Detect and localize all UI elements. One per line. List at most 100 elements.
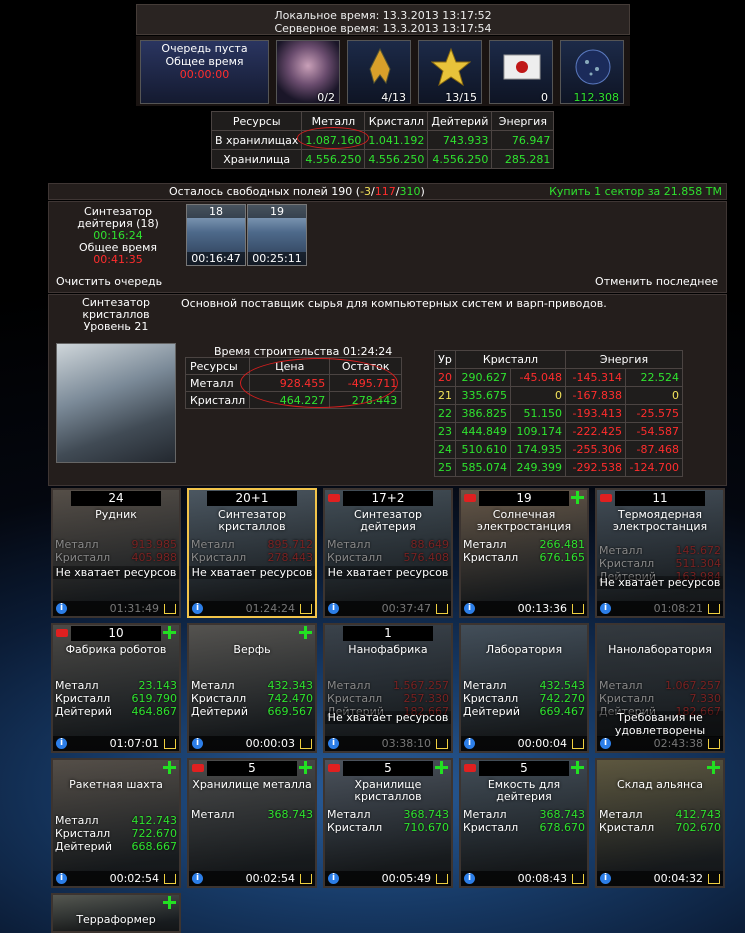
lv-crystal: 290.627 xyxy=(455,368,511,387)
building-tile[interactable]: 5 Хранилище металла Металл 368.743 i 00:02:54 xyxy=(187,758,317,888)
building-tile[interactable]: Верфь Металл 432.343 Кристалл 742.470 Дейтери… xyxy=(187,623,317,753)
cost-row: Металл 368.743 xyxy=(191,808,313,821)
info-icon[interactable]: i xyxy=(328,873,339,884)
info-icon[interactable]: i xyxy=(192,738,203,749)
info-icon[interactable]: i xyxy=(464,738,475,749)
cost-value: 7.330 xyxy=(689,692,722,705)
minus-icon[interactable] xyxy=(56,629,68,637)
plus-icon[interactable] xyxy=(571,761,584,774)
planet-button[interactable]: 112.308 xyxy=(560,40,624,104)
officers-button[interactable]: 13/15 xyxy=(418,40,482,104)
cart-icon[interactable] xyxy=(164,739,176,749)
building-tile[interactable]: Ракетная шахта Металл 412.743 Кристалл 722.6… xyxy=(51,758,181,888)
cart-icon[interactable] xyxy=(164,604,176,614)
info-icon[interactable]: i xyxy=(56,603,67,614)
building-description: Основной поставщик сырья для компьютерны… xyxy=(181,297,607,310)
res-header: Ресурсы xyxy=(210,111,303,131)
info-icon[interactable]: i xyxy=(328,603,339,614)
info-icon[interactable]: i xyxy=(192,873,203,884)
queue-item[interactable]: 19 00:25:11 xyxy=(247,204,307,266)
cart-icon[interactable] xyxy=(572,604,584,614)
info-icon[interactable]: i xyxy=(600,603,611,614)
cost-value: 412.743 xyxy=(675,808,722,821)
queue-total-time: 00:41:35 xyxy=(93,253,143,266)
cart-icon[interactable] xyxy=(708,874,720,884)
cart-icon[interactable] xyxy=(300,739,312,749)
buy-sector-link[interactable]: Купить 1 сектор за 21.858 ТМ xyxy=(549,184,722,199)
building-tile[interactable]: 11 Термоядерная электростанция Металл 145.6… xyxy=(595,488,725,618)
build-time: 00:00:04 xyxy=(517,737,567,750)
cost-row: Кристалл 278.443 xyxy=(191,551,313,564)
fleet-button[interactable]: 4/13 xyxy=(347,40,411,104)
building-tile[interactable]: 5 Хранилище кристаллов Металл 368.743 Криста… xyxy=(323,758,453,888)
plus-icon[interactable] xyxy=(163,626,176,639)
building-tile[interactable]: 19 Солнечная электростанция Металл 266.481 К… xyxy=(459,488,589,618)
cost-res: Металл xyxy=(191,538,235,551)
minus-icon[interactable] xyxy=(464,494,476,502)
lv-energy: -292.538 xyxy=(565,458,626,477)
cost-res: Металл xyxy=(463,679,507,692)
mail-button[interactable]: 0 xyxy=(489,40,553,104)
nebula-button[interactable]: 0/2 xyxy=(276,40,340,104)
cancel-last-button[interactable]: Отменить последнее xyxy=(595,275,718,288)
building-tile[interactable]: Нанолаборатория Металл 1.067.257 Кристалл 7.… xyxy=(595,623,725,753)
build-time: 00:13:36 xyxy=(517,602,567,615)
building-tile[interactable]: 24 Рудник Металл 913.985 Кристалл 405.988 Не х… xyxy=(51,488,181,618)
cart-icon[interactable] xyxy=(572,874,584,884)
stored-crystal: 1.041.192 xyxy=(364,130,429,150)
info-icon[interactable]: i xyxy=(464,603,475,614)
plus-icon[interactable] xyxy=(707,761,720,774)
cost-row: Кристалл 676.165 xyxy=(463,551,585,564)
minus-icon[interactable] xyxy=(192,764,204,772)
plus-icon[interactable] xyxy=(299,761,312,774)
info-icon[interactable]: i xyxy=(600,738,611,749)
plus-icon[interactable] xyxy=(163,761,176,774)
building-tile[interactable]: Лаборатория Металл 432.543 Кристалл 742.270 Д… xyxy=(459,623,589,753)
cart-icon[interactable] xyxy=(436,604,448,614)
plus-icon[interactable] xyxy=(163,896,176,909)
cost-res: Металл xyxy=(191,808,235,821)
building-name: Лаборатория xyxy=(485,643,563,656)
building-tile[interactable]: 10 Фабрика роботов Металл 23.143 Кристалл 619… xyxy=(51,623,181,753)
queue-item[interactable]: 18 00:16:47 xyxy=(186,204,246,266)
building-tile[interactable]: 1 Нанофабрика Металл 1.567.257 Кристалл 257.3… xyxy=(323,623,453,753)
lv-header: Энергия xyxy=(565,350,683,369)
cart-icon[interactable] xyxy=(164,874,176,884)
clear-queue-button[interactable]: Очистить очередь xyxy=(56,275,162,288)
cart-icon[interactable] xyxy=(300,874,312,884)
minus-icon[interactable] xyxy=(328,764,340,772)
building-tile[interactable]: 5 Емкость для дейтерия Металл 368.743 Криста… xyxy=(459,758,589,888)
queue-box[interactable]: Очередь пуста Общее время 00:00:00 xyxy=(140,40,269,104)
cart-icon[interactable] xyxy=(300,604,312,614)
nebula-count: 0/2 xyxy=(317,91,335,104)
info-icon[interactable]: i xyxy=(56,738,67,749)
info-icon[interactable]: i xyxy=(328,738,339,749)
cost-res: Металл xyxy=(327,538,371,551)
cart-icon[interactable] xyxy=(572,739,584,749)
minus-icon[interactable] xyxy=(600,494,612,502)
building-image xyxy=(56,343,176,463)
plus-icon[interactable] xyxy=(435,761,448,774)
building-tile[interactable]: 20+1 Синтезатор кристаллов Металл 895.712 Кр… xyxy=(187,488,317,618)
info-icon[interactable]: i xyxy=(464,873,475,884)
building-tile[interactable]: 17+2 Синтезатор дейтерия Металл 88.649 Крист… xyxy=(323,488,453,618)
cost-value: 669.467 xyxy=(539,705,586,718)
info-icon[interactable]: i xyxy=(192,603,203,614)
minus-icon[interactable] xyxy=(328,494,340,502)
cart-icon[interactable] xyxy=(708,739,720,749)
cart-icon[interactable] xyxy=(436,739,448,749)
lv-num: 20 xyxy=(434,368,456,387)
not-enough-resources: Не хватает ресурсов xyxy=(597,576,723,589)
info-icon[interactable]: i xyxy=(56,873,67,884)
cost-row: Дейтерий 668.667 xyxy=(55,840,177,853)
cart-icon[interactable] xyxy=(436,874,448,884)
building-tile[interactable]: Терраформер xyxy=(51,893,181,933)
building-tile[interactable]: Склад альянса Металл 412.743 Кристалл 702.67… xyxy=(595,758,725,888)
build-time: 01:07:01 xyxy=(109,737,159,750)
plus-icon[interactable] xyxy=(571,491,584,504)
cost-res: Кристалл xyxy=(184,391,251,409)
plus-icon[interactable] xyxy=(299,626,312,639)
info-icon[interactable]: i xyxy=(600,873,611,884)
minus-icon[interactable] xyxy=(464,764,476,772)
cart-icon[interactable] xyxy=(708,604,720,614)
